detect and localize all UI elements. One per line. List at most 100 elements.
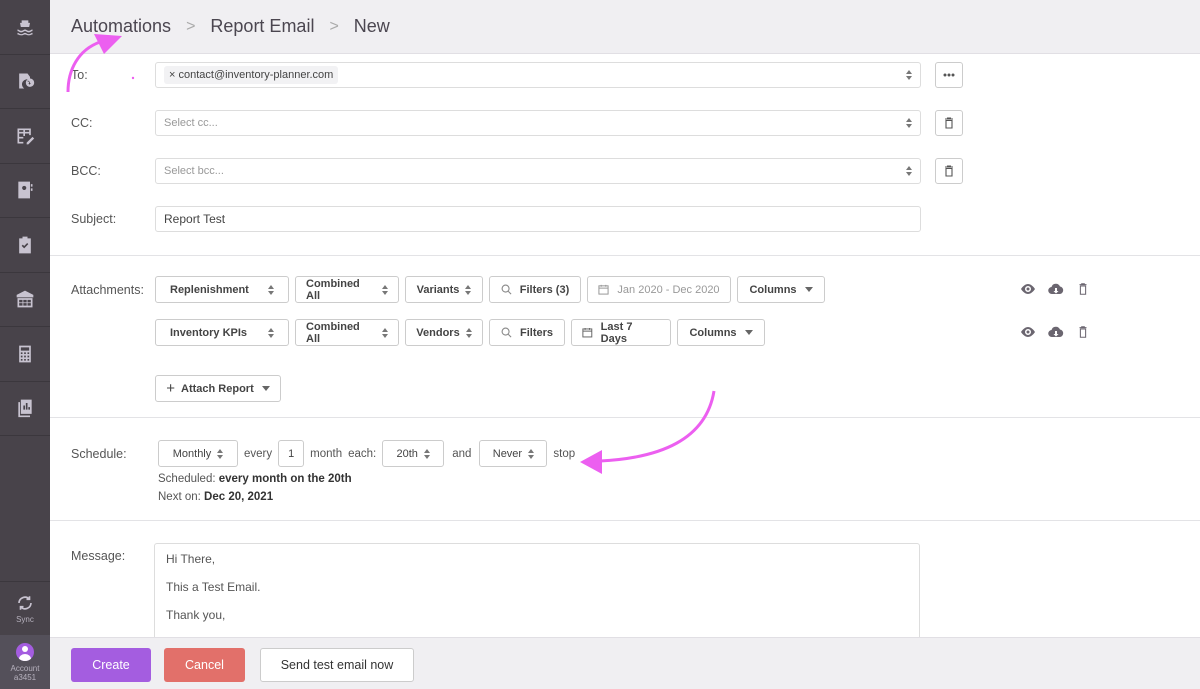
sort-arrows-icon: [906, 166, 912, 176]
date-range-button[interactable]: Last 7 Days: [571, 319, 671, 346]
frequency-select[interactable]: Monthly: [158, 440, 238, 467]
columns-button[interactable]: Columns: [737, 276, 825, 303]
each-text: each:: [348, 447, 377, 460]
sidebar-item-warehouses[interactable]: [0, 273, 50, 327]
send-test-email-button[interactable]: Send test email now: [260, 648, 414, 682]
breadcrumb-automations[interactable]: Automations: [71, 16, 171, 37]
trash-icon: [945, 117, 953, 129]
caret-down-icon: [744, 330, 753, 335]
subject-label: Subject:: [71, 212, 117, 226]
to-tag[interactable]: × contact@inventory-planner.com: [164, 66, 339, 84]
account-id: a3451: [13, 672, 37, 682]
subject-input[interactable]: Report Test: [155, 206, 921, 232]
next-label: Next on:: [158, 491, 201, 503]
sync-button[interactable]: Sync: [0, 581, 50, 635]
footer-bar: Create Cancel Send test email now: [50, 637, 1200, 689]
to-field[interactable]: × contact@inventory-planner.com: [155, 62, 921, 88]
sidebar-item-forecast[interactable]: [0, 327, 50, 382]
search-icon: [501, 284, 512, 295]
message-line: Hi There,: [166, 552, 216, 566]
sidebar-item-home[interactable]: [0, 0, 50, 55]
trash-icon[interactable]: [1076, 325, 1090, 339]
breadcrumb-current: New: [353, 16, 390, 36]
filters-label: Filters (3): [519, 283, 570, 296]
search-icon: [501, 327, 512, 338]
more-options-button[interactable]: [935, 62, 963, 88]
ship-icon: [17, 20, 33, 36]
and-text: and: [452, 447, 472, 460]
cancel-button[interactable]: Cancel: [164, 648, 245, 682]
scheduled-label: Scheduled:: [158, 473, 216, 485]
report-select[interactable]: Inventory KPIs: [155, 319, 289, 346]
sort-arrows-icon: [382, 327, 388, 338]
combine-value: Combined All: [306, 320, 360, 345]
combine-select[interactable]: Combined All: [295, 276, 399, 303]
account-button[interactable]: Account a3451: [0, 635, 50, 689]
sidebar-item-purchase-orders[interactable]: [0, 109, 50, 164]
date-range-button[interactable]: Jan 2020 - Dec 2020: [587, 276, 731, 303]
scheduled-value: every month on the 20th: [218, 473, 352, 485]
filters-button[interactable]: Filters (3): [489, 276, 581, 303]
every-text: every: [244, 447, 273, 460]
sync-icon: [18, 595, 32, 610]
level-value: Variants: [416, 283, 460, 296]
calendar-icon: [582, 328, 593, 338]
remove-cc-button[interactable]: [935, 110, 963, 136]
attachments-label: Attachments:: [71, 282, 144, 297]
combine-value: Combined All: [306, 277, 360, 302]
message-line: Thank you,: [166, 608, 226, 622]
to-label: To:: [71, 68, 88, 82]
preview-eye-icon[interactable]: [1020, 282, 1036, 296]
remove-bcc-button[interactable]: [935, 158, 963, 184]
warehouse-icon: [16, 290, 34, 308]
create-button[interactable]: Create: [71, 648, 151, 682]
columns-button[interactable]: Columns: [677, 319, 765, 346]
table-edit-icon: [17, 128, 35, 145]
bcc-field[interactable]: Select bcc...: [155, 158, 921, 184]
combine-select[interactable]: Combined All: [295, 319, 399, 346]
date-range-value: Last 7 Days: [600, 320, 633, 345]
sort-arrows-icon: [465, 327, 472, 338]
stop-select[interactable]: Never: [479, 440, 548, 467]
day-value: 20th: [396, 447, 418, 460]
sidebar-item-tasks[interactable]: [0, 218, 50, 273]
level-select[interactable]: Vendors: [405, 319, 483, 346]
breadcrumb-report-email[interactable]: Report Email: [210, 16, 314, 37]
calculator-icon: [19, 345, 31, 363]
bcc-label: BCC:: [71, 164, 101, 178]
clipboard-check-icon: [19, 236, 31, 254]
cc-label: CC:: [71, 116, 93, 130]
unit-text: month: [310, 447, 343, 460]
date-range-value: Jan 2020 - Dec 2020: [617, 283, 720, 296]
plus-icon: +: [166, 380, 176, 397]
sort-arrows-icon: [906, 70, 912, 80]
day-select[interactable]: 20th: [382, 440, 445, 467]
report-select[interactable]: Replenishment: [155, 276, 289, 303]
caret-down-icon: [804, 287, 813, 292]
report-value: Replenishment: [170, 283, 249, 296]
cloud-download-icon[interactable]: [1048, 325, 1064, 339]
level-value: Vendors: [416, 326, 460, 339]
sidebar-item-vendors[interactable]: [0, 164, 50, 218]
filters-label: Filters: [519, 326, 553, 339]
interval-input[interactable]: 1: [278, 440, 305, 467]
cloud-download-icon[interactable]: [1048, 282, 1064, 296]
attach-report-button[interactable]: + Attach Report: [155, 375, 281, 402]
columns-label: Columns: [749, 283, 797, 296]
sidebar-item-reports[interactable]: [0, 382, 50, 436]
trash-icon: [945, 165, 953, 177]
sort-arrows-icon: [906, 118, 912, 128]
trash-icon[interactable]: [1076, 282, 1090, 296]
sort-arrows-icon: [268, 327, 274, 338]
scheduled-summary: Scheduled: every month on the 20th: [158, 473, 352, 485]
level-select[interactable]: Variants: [405, 276, 483, 303]
main-content: Automations > Report Email > New To: × c…: [50, 0, 1200, 689]
divider: [50, 417, 1200, 418]
sort-arrows-icon: [382, 284, 388, 295]
sidebar-item-inventory[interactable]: [0, 55, 50, 109]
filters-button[interactable]: Filters: [489, 319, 565, 346]
reports-icon: [18, 399, 32, 418]
cc-field[interactable]: Select cc...: [155, 110, 921, 136]
preview-eye-icon[interactable]: [1020, 325, 1036, 339]
more-icon: [943, 73, 955, 77]
